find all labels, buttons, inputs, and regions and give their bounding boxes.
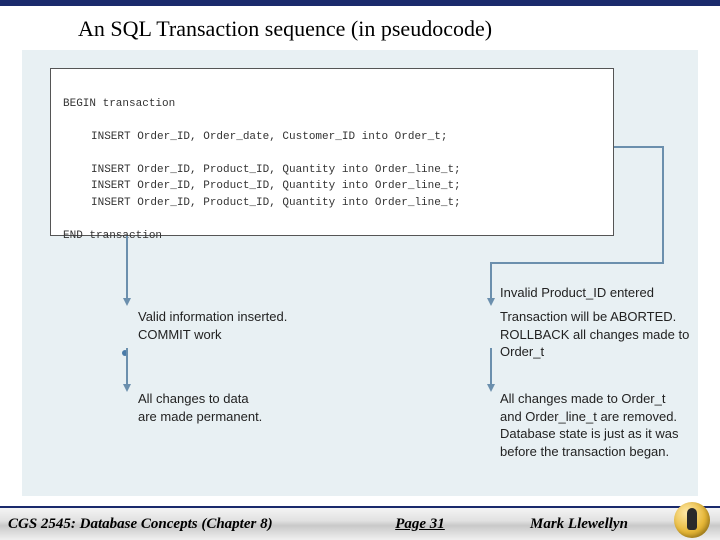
footer-page: Page 31 [340, 516, 500, 533]
invalid-step-1: Transaction will be ABORTED. ROLLBACK al… [500, 308, 700, 361]
flow-line [126, 236, 128, 298]
arrow-down-icon [487, 384, 495, 392]
flow-line [662, 146, 664, 264]
flow-line [126, 348, 128, 384]
slide-footer: CGS 2545: Database Concepts (Chapter 8) … [0, 506, 720, 540]
code-begin: BEGIN transaction [63, 98, 175, 110]
arrow-down-icon [123, 298, 131, 306]
invalid-trigger: Invalid Product_ID entered [500, 284, 700, 302]
diagram-panel: BEGIN transaction INSERT Order_ID, Order… [22, 50, 698, 496]
code-line-3: INSERT Order_ID, Product_ID, Quantity in… [63, 178, 601, 195]
ucf-logo-icon [674, 502, 710, 538]
code-line-4: INSERT Order_ID, Product_ID, Quantity in… [63, 195, 601, 212]
code-line-1: INSERT Order_ID, Order_date, Customer_ID… [63, 129, 601, 146]
arrow-down-icon [123, 384, 131, 392]
valid-step-2: All changes to data are made permanent. [138, 390, 368, 425]
arrow-down-icon [487, 298, 495, 306]
flow-line [490, 348, 492, 384]
invalid-step-2: All changes made to Order_t and Order_li… [500, 390, 700, 460]
code-end: END transaction [63, 230, 162, 242]
footer-course: CGS 2545: Database Concepts (Chapter 8) [0, 516, 340, 533]
pseudocode-box: BEGIN transaction INSERT Order_ID, Order… [50, 68, 614, 236]
flow-line [490, 262, 664, 264]
flow-line [614, 146, 664, 148]
slide-title: An SQL Transaction sequence (in pseudoco… [0, 6, 720, 50]
flow-line [490, 262, 492, 298]
code-line-2: INSERT Order_ID, Product_ID, Quantity in… [63, 162, 601, 179]
valid-step-1: Valid information inserted. COMMIT work [138, 308, 368, 343]
